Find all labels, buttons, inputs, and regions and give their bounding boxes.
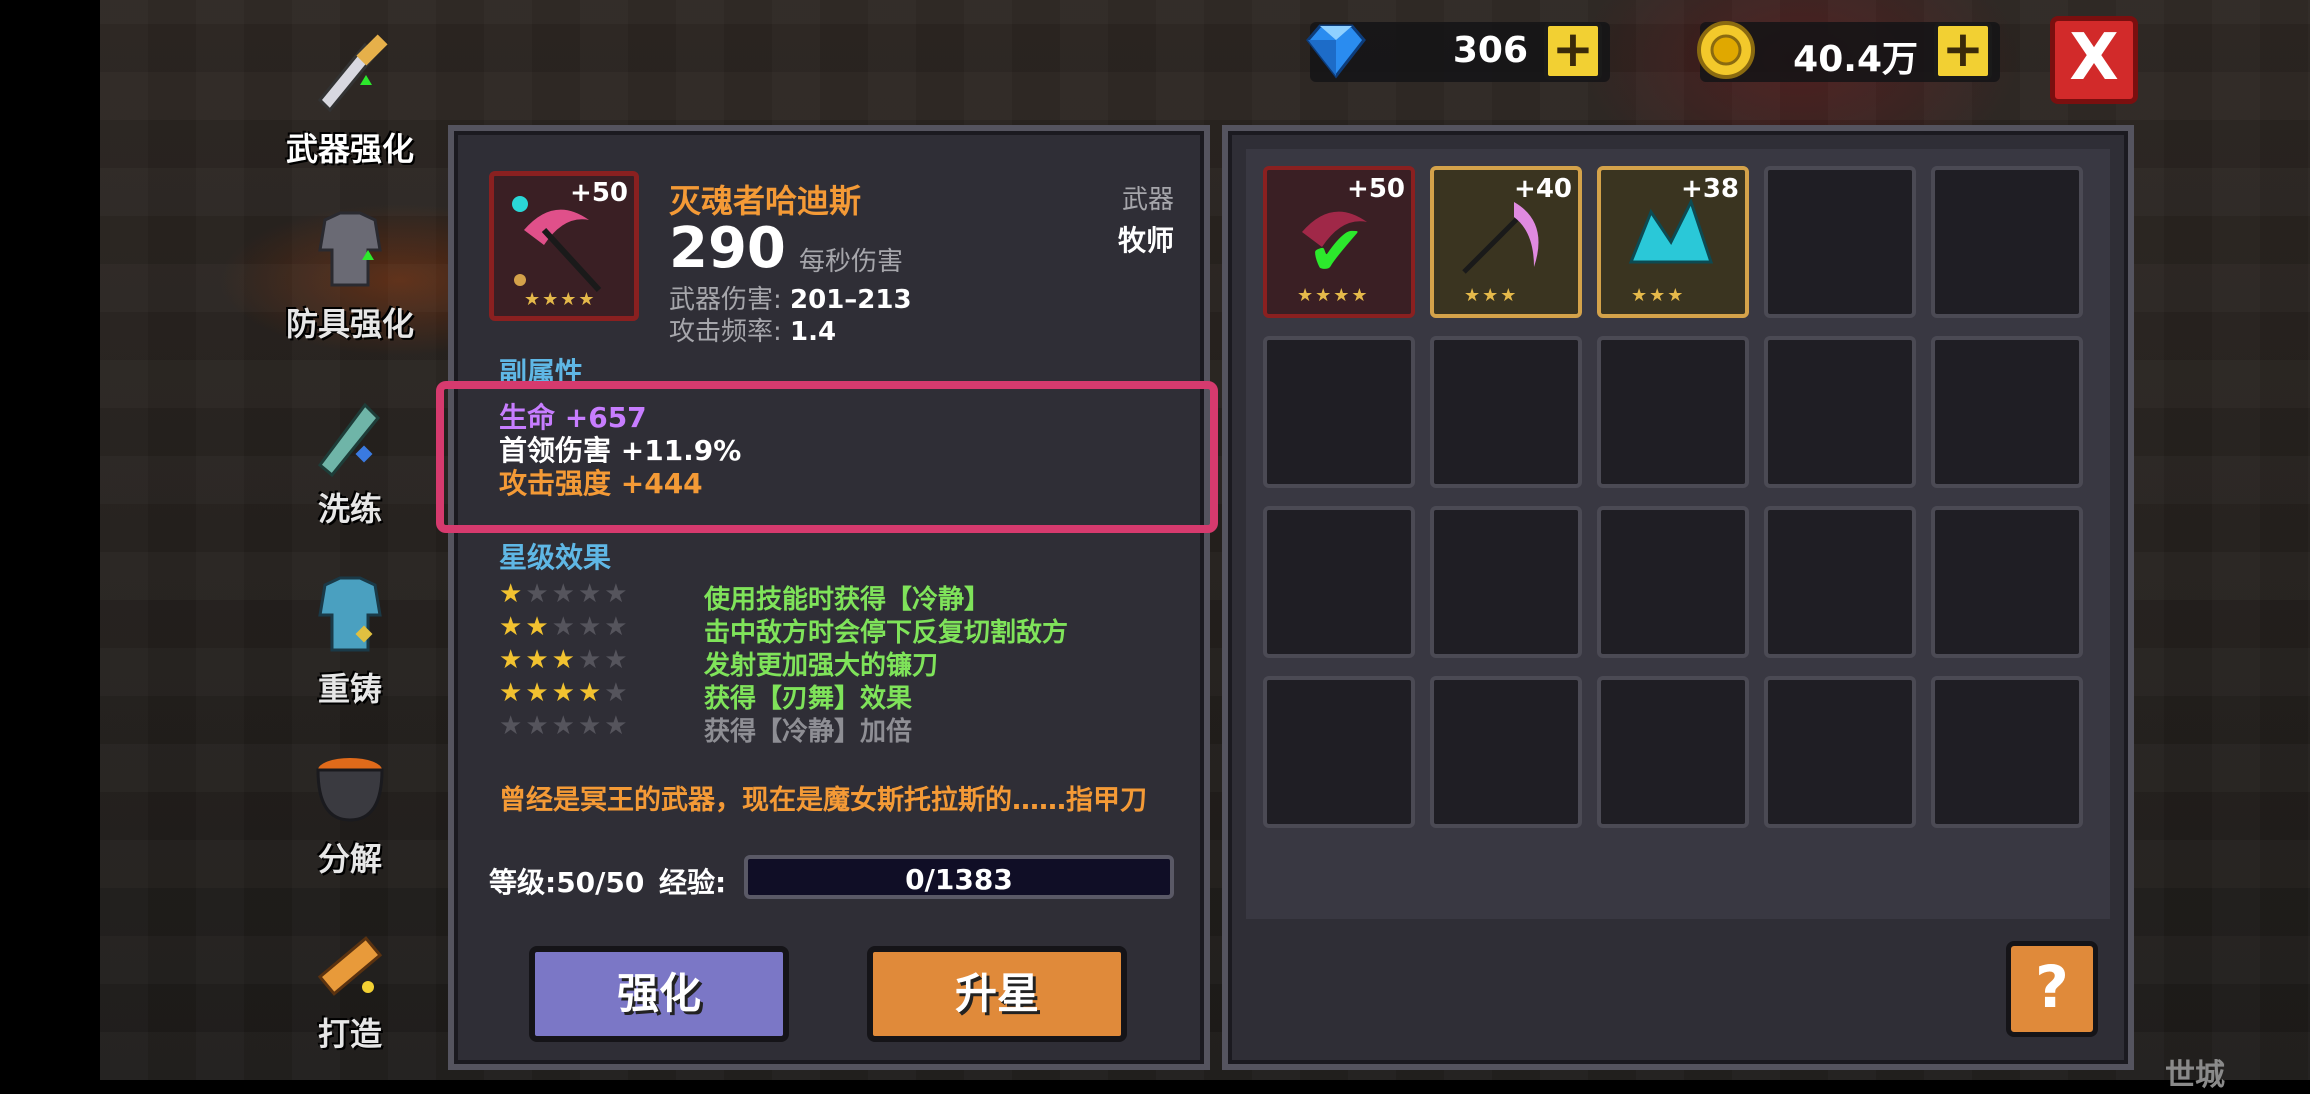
star-effect-text: 获得【冷静】加倍 <box>704 717 913 747</box>
item-level-badge: +40 <box>1514 174 1572 204</box>
star-effect-row: ★★★★★ 获得【刃舞】效果 <box>499 678 1199 714</box>
help-button[interactable]: ? <box>2006 941 2098 1037</box>
weapon-dps: 290 <box>669 216 786 281</box>
inventory-slot[interactable] <box>1931 166 2083 318</box>
sub-stat-attack-power: 攻击强度 +444 <box>499 467 703 500</box>
scythe-icon <box>1462 202 1539 274</box>
sidebar-item-dismantle[interactable]: 分解 <box>270 730 430 880</box>
edge-label: 世城 <box>2165 1058 2225 1093</box>
creature-weapon-icon <box>1628 198 1714 264</box>
weapon-level: 等级:50/50 <box>489 866 645 899</box>
inventory-slot[interactable] <box>1764 336 1916 488</box>
weapon-type: 武器 <box>1121 185 1174 215</box>
sidebar-item-armor-upgrade[interactable]: 防具强化 <box>270 195 430 345</box>
inventory-slot[interactable] <box>1263 336 1415 488</box>
star-effect-text: 使用技能时获得【冷静】 <box>704 585 991 615</box>
item-stars: ★★★ <box>1631 285 1686 306</box>
star-effect-text: 击中敌方时会停下反复切割敌方 <box>704 618 1069 648</box>
inventory-slot[interactable] <box>1764 166 1916 318</box>
add-gems-button[interactable]: + <box>1544 22 1602 80</box>
star-effect-text: 发射更加强大的镰刀 <box>704 651 939 681</box>
star-effect-row: ★★★★★ 击中敌方时会停下反复切割敌方 <box>499 612 1199 648</box>
inventory-slot[interactable] <box>1764 676 1916 828</box>
sidebar-item-weapon-upgrade[interactable]: 武器强化 <box>270 20 430 170</box>
equipped-check-icon: ✔ <box>1307 210 1366 292</box>
inventory-slot[interactable] <box>1764 506 1916 658</box>
exp-progress-bar: 0/1383 <box>744 855 1174 899</box>
inventory-item[interactable]: +40 ★★★ <box>1430 166 1582 318</box>
reforge-armor-icon <box>318 576 382 652</box>
rate-value: 1.4 <box>790 317 837 347</box>
inventory-item[interactable]: +50 ★★★★ ✔ <box>1263 166 1415 318</box>
star-rating-icon: ★★★★★ <box>499 678 631 708</box>
rate-label: 攻击频率: <box>669 317 782 347</box>
inventory-slot[interactable] <box>1931 336 2083 488</box>
close-button[interactable]: X <box>2050 16 2138 104</box>
inventory-slot[interactable] <box>1597 676 1749 828</box>
inventory-panel: +50 ★★★★ ✔ +40 ★★★ +38 ★★★ ? <box>1222 125 2134 1070</box>
sidebar-item-refine[interactable]: 洗练 <box>270 380 430 530</box>
inventory-item[interactable]: +38 ★★★ <box>1597 166 1749 318</box>
inventory-grid: +50 ★★★★ ✔ +40 ★★★ +38 ★★★ <box>1246 149 2110 919</box>
sidebar-item-label: 防具强化 <box>285 305 414 343</box>
item-level-badge: +38 <box>1681 174 1739 204</box>
inventory-slot[interactable] <box>1931 506 2083 658</box>
gem-counter: 306 + <box>1306 22 1610 82</box>
gold-coin-icon <box>1697 21 1755 79</box>
cauldron-icon <box>316 758 384 822</box>
diamond-icon <box>1306 24 1366 79</box>
forge-hammer-icon <box>317 936 383 996</box>
weapon-thumbnail: +50 ★★★★ <box>489 171 639 321</box>
inventory-slot[interactable] <box>1597 336 1749 488</box>
inventory-slot[interactable] <box>1430 676 1582 828</box>
attack-rate-stat: 攻击频率: 1.4 <box>669 311 836 348</box>
inventory-slot[interactable] <box>1263 676 1415 828</box>
sidebar-item-reforge[interactable]: 重铸 <box>270 560 430 710</box>
refine-sword-icon <box>317 402 381 478</box>
star-rating-icon: ★★★★★ <box>499 645 631 675</box>
sidebar-item-label: 武器强化 <box>285 130 414 168</box>
star-effect-title: 星级效果 <box>499 541 612 574</box>
inventory-slot[interactable] <box>1430 506 1582 658</box>
add-gold-button[interactable]: + <box>1934 22 1992 80</box>
armor-upgrade-icon <box>318 211 382 287</box>
weapon-level-badge: +50 <box>570 178 628 208</box>
item-level-badge: +50 <box>1347 174 1405 204</box>
weapon-class: 牧师 <box>1117 224 1174 257</box>
inventory-slot[interactable] <box>1263 506 1415 658</box>
item-stars: ★★★ <box>1464 285 1519 306</box>
dps-label: 每秒伤害 <box>799 247 904 277</box>
star-rating-icon: ★★★★★ <box>499 711 631 741</box>
sword-upgrade-icon <box>317 34 388 113</box>
weapon-description: 曾经是冥王的武器，现在是魔女斯托拉斯的……指甲刀 <box>499 785 1147 816</box>
enhance-button[interactable]: 强化 <box>529 946 789 1042</box>
star-rating-icon: ★★★★★ <box>499 612 631 642</box>
star-up-button[interactable]: 升星 <box>867 946 1127 1042</box>
star-effect-row: ★★★★★ 获得【冷静】加倍 <box>499 711 1199 747</box>
exp-label: 经验: <box>659 866 727 899</box>
inventory-slot[interactable] <box>1931 676 2083 828</box>
sidebar-item-label: 打造 <box>317 1015 382 1053</box>
inventory-slot[interactable] <box>1597 506 1749 658</box>
sidebar-item-forge[interactable]: 打造 <box>270 905 430 1055</box>
star-rating-icon: ★★★★★ <box>499 579 631 609</box>
sidebar-item-label: 重铸 <box>317 670 382 708</box>
gold-count: 40.4万 <box>1793 39 1918 80</box>
gold-counter: 40.4万 + <box>1697 21 2000 82</box>
inventory-slot[interactable] <box>1430 336 1582 488</box>
sidebar-item-label: 分解 <box>317 840 382 878</box>
star-effect-row: ★★★★★ 发射更加强大的镰刀 <box>499 645 1199 681</box>
star-effect-row: ★★★★★ 使用技能时获得【冷静】 <box>499 579 1199 615</box>
star-effect-text: 获得【刃舞】效果 <box>704 684 913 714</box>
sidebar-item-label: 洗练 <box>317 490 382 528</box>
exp-value: 0/1383 <box>905 863 1013 896</box>
weapon-detail-panel: +50 ★★★★ 灭魂者哈迪斯 290 每秒伤害 武器 牧师 武器伤害: 201… <box>436 125 1218 1070</box>
weapon-stars: ★★★★ <box>524 289 597 310</box>
gem-count: 306 <box>1452 30 1528 71</box>
